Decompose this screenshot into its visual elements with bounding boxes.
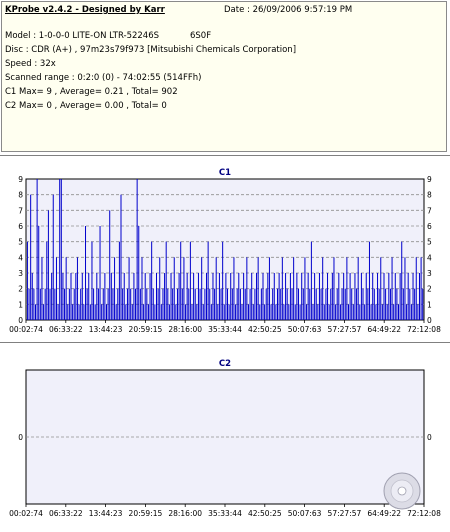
- c2-chart: C2 0 0 00:02:74 06:33:22 13:44:23 20:59:15 28:1…: [0, 344, 450, 529]
- divider: [0, 341, 450, 343]
- c1-chart-svg: C1 0 0 1 1 2 2 3 3 4 4 5 5 6 6 7 7 8 8 9 9 00:02:74 06:33:22 13…: [9, 168, 441, 334]
- plot-area: [25, 369, 425, 505]
- x-tick-label: 06:33:22: [49, 509, 83, 518]
- y-tick-label: 2: [427, 285, 432, 294]
- x-tick-label: 13:44:23: [89, 509, 123, 518]
- scan-date: Date : 26/09/2006 9:57:19 PM: [224, 5, 353, 15]
- scanned-range: Scanned range : 0:2:0 (0) - 74:02:55 (51…: [5, 73, 202, 83]
- y-tick-label: 7: [18, 206, 23, 215]
- x-tick-label: 50:07:63: [288, 325, 322, 334]
- y-tick-label: 0: [427, 316, 432, 325]
- drive-model: Model : 1-0-0-0 LITE-ON LTR-52246S: [5, 31, 160, 41]
- x-tick-label: 00:02:74: [9, 509, 43, 518]
- x-tick-label: 72:12:08: [407, 509, 441, 518]
- y-tick-label: 1: [18, 300, 23, 309]
- cd-disc-icon: [383, 472, 421, 510]
- x-tick-label: 20:59:15: [129, 325, 163, 334]
- disc-info-panel: KProbe v2.4.2 - Designed by Karr Date : …: [1, 1, 447, 152]
- x-tick-label: 35:33:44: [208, 325, 242, 334]
- x-tick-label: 42:50:25: [248, 325, 282, 334]
- x-tick-label: 64:49:22: [367, 509, 401, 518]
- scan-speed: Speed : 32x: [5, 59, 56, 69]
- c2-chart-svg: C2 0 0 00:02:74 06:33:22 13:44:23 20:59:15 28:1…: [9, 359, 441, 518]
- y-tick-label: 0: [18, 433, 23, 442]
- y-tick-label: 1: [427, 300, 432, 309]
- x-tick-label: 28:16:00: [168, 325, 202, 334]
- x-tick-label: 13:44:23: [89, 325, 123, 334]
- y-tick-label: 7: [427, 206, 432, 215]
- y-tick-label: 9: [427, 175, 432, 184]
- y-tick-label: 5: [18, 238, 23, 247]
- x-tick-label: 20:59:15: [129, 509, 163, 518]
- chart-title: C1: [219, 168, 231, 178]
- x-tick-label: 06:33:22: [49, 325, 83, 334]
- x-tick-label: 35:33:44: [208, 509, 242, 518]
- app-title: KProbe v2.4.2 - Designed by Karr: [5, 5, 165, 15]
- x-tick-label: 57:27:57: [328, 325, 362, 334]
- x-tick-label: 42:50:25: [248, 509, 282, 518]
- chart-title: C2: [219, 359, 231, 369]
- y-tick-label: 6: [18, 222, 23, 231]
- y-tick-label: 8: [427, 191, 432, 200]
- y-tick-label: 5: [427, 238, 432, 247]
- y-tick-label: 0: [427, 433, 432, 442]
- y-tick-label: 4: [18, 253, 23, 262]
- c1-chart: C1 0 0 1 1 2 2 3 3 4 4 5 5 6 6 7 7 8 8 9 9 00:02:74 06:33:22 13…: [0, 157, 450, 340]
- y-tick-label: 3: [427, 269, 432, 278]
- y-tick-label: 0: [18, 316, 23, 325]
- c2-summary: C2 Max= 0 , Average= 0.00 , Total= 0: [5, 101, 167, 111]
- x-tick-label: 57:27:57: [328, 509, 362, 518]
- x-tick-label: 00:02:74: [9, 325, 43, 334]
- y-tick-label: 6: [427, 222, 432, 231]
- y-tick-label: 4: [427, 253, 432, 262]
- disc-type: Disc : CDR (A+) , 97m23s79f973 [Mitsubis…: [5, 45, 297, 55]
- y-tick-label: 2: [18, 285, 23, 294]
- y-tick-label: 9: [18, 175, 23, 184]
- y-tick-label: 3: [18, 269, 23, 278]
- c1-summary: C1 Max= 9 , Average= 0.21 , Total= 902: [5, 87, 178, 97]
- x-tick-label: 50:07:63: [288, 509, 322, 518]
- y-tick-label: 8: [18, 191, 23, 200]
- x-tick-label: 72:12:08: [407, 325, 441, 334]
- divider: [0, 154, 450, 156]
- drive-firmware: 6S0F: [190, 31, 212, 41]
- x-tick-label: 28:16:00: [168, 509, 202, 518]
- x-tick-label: 64:49:22: [367, 325, 401, 334]
